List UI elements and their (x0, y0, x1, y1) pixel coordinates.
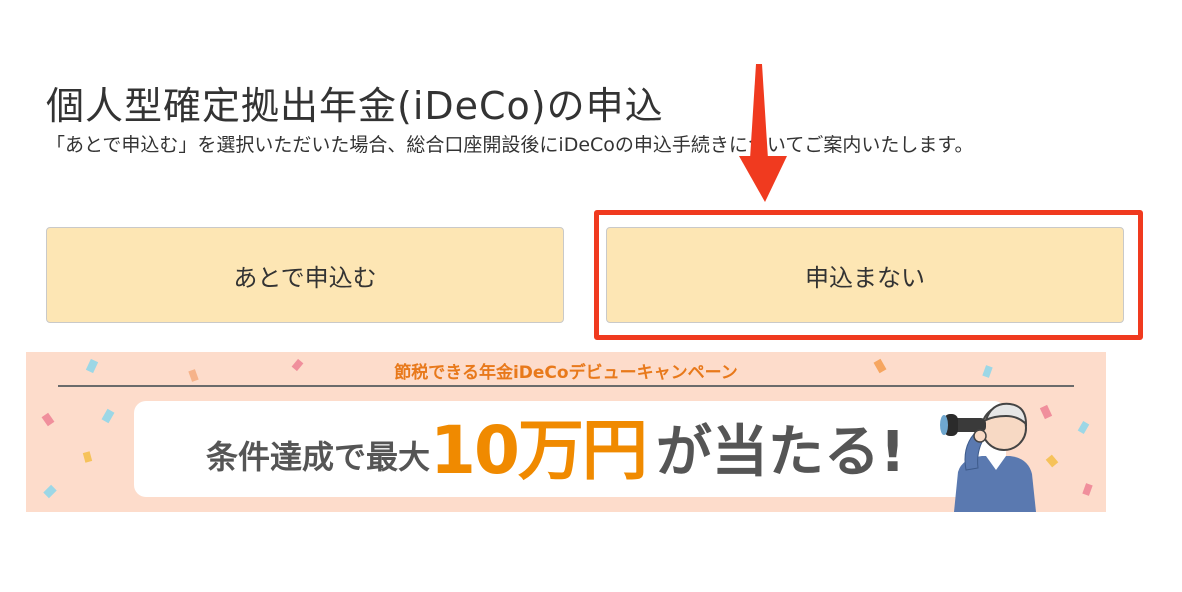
confetti-decoration (41, 412, 55, 427)
confetti-decoration (1077, 420, 1090, 435)
banner-suffix: が当たる! (655, 420, 906, 485)
banner-divider (58, 385, 1074, 387)
banner-heading: 節税できる年金iDeCoデビューキャンペーン (394, 363, 738, 383)
confetti-decoration (101, 408, 115, 424)
person-binoculars-icon (940, 402, 1036, 512)
banner-amount: 10万円 (430, 412, 648, 489)
campaign-banner[interactable]: 節税できる年金iDeCoデビューキャンペーン 条件達成で最大 10万円 が当たる… (26, 352, 1106, 512)
decline-button[interactable]: 申込まない (606, 227, 1124, 323)
page-title: 個人型確定拠出年金(iDeCo)の申込 (46, 84, 664, 129)
banner-prefix: 条件達成で最大 (206, 438, 431, 476)
description-text: 「あとで申込む」を選択いただいた場合、総合口座開設後にiDeCoの申込手続きにつ… (46, 134, 974, 156)
banner-headline: 条件達成で最大 10万円 が当たる! (206, 414, 905, 486)
confetti-decoration (43, 484, 57, 499)
confetti-decoration (1082, 483, 1093, 496)
confetti-decoration (82, 451, 93, 463)
red-down-arrow-icon (739, 64, 787, 202)
apply-later-button[interactable]: あとで申込む (46, 227, 564, 323)
